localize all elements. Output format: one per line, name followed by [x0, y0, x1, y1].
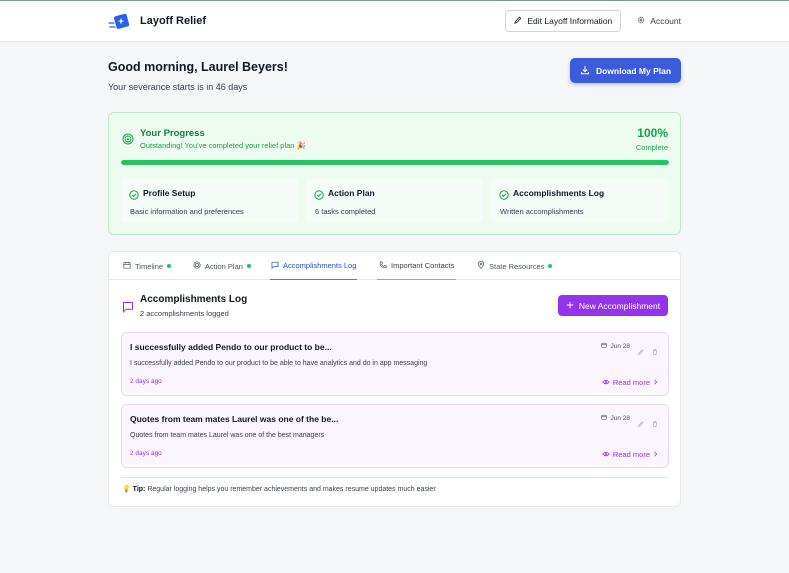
check-circle-icon	[129, 187, 139, 205]
divider	[121, 477, 669, 478]
plus-icon	[566, 301, 574, 311]
account-label: Account	[650, 16, 681, 26]
tab-important-contacts[interactable]: Important Contacts	[377, 252, 457, 280]
tab-label: Action Plan	[205, 261, 243, 271]
check-circle-icon	[314, 187, 324, 205]
step-profile-setup: Profile Setup Basic information and pref…	[121, 179, 298, 222]
tab-timeline[interactable]: Timeline	[123, 252, 172, 280]
tab-bar: Timeline Action Plan Accomplishments Log…	[109, 252, 680, 280]
new-accomplishment-button[interactable]: New Accomplishment	[558, 295, 668, 316]
progress-subtitle: Outstanding! You've completed your relie…	[140, 141, 306, 150]
logo-icon	[108, 11, 130, 31]
calendar-icon	[601, 414, 608, 422]
target-icon	[122, 132, 134, 150]
calendar-icon	[123, 261, 131, 271]
chevron-right-icon	[653, 378, 658, 387]
brand-name: Layoff Relief	[140, 15, 207, 27]
new-accomplishment-label: New Accomplishment	[578, 300, 661, 311]
progress-bar	[121, 160, 669, 165]
account-button[interactable]: Account	[637, 16, 681, 26]
progress-card: Your Progress Outstanding! You've comple…	[108, 112, 681, 235]
entry-body: Quotes from team mates Laurel was one of…	[130, 432, 325, 439]
step-desc: Written accomplishments	[500, 207, 584, 216]
read-more-link[interactable]: Read more	[602, 450, 658, 459]
trash-icon[interactable]	[652, 342, 658, 360]
tab-state-resources[interactable]: State Resources	[477, 252, 553, 280]
lightbulb-icon: 💡	[122, 486, 131, 493]
entry-date-text: Jun 28	[610, 342, 630, 350]
edit-icon[interactable]	[638, 414, 644, 432]
trash-icon[interactable]	[652, 414, 658, 432]
greeting: Good morning, Laurel Beyers! Your severa…	[108, 60, 288, 92]
edit-icon[interactable]	[638, 342, 644, 360]
read-more-link[interactable]: Read more	[602, 378, 658, 387]
phone-icon	[379, 260, 387, 271]
status-dot	[548, 264, 553, 268]
eye-icon	[602, 378, 610, 387]
entry-time-ago: 2 days ago	[130, 450, 162, 457]
eye-icon	[602, 450, 610, 459]
tip-label: Tip:	[132, 486, 146, 493]
entry-date: Jun 28	[601, 342, 630, 350]
chevron-right-icon	[653, 450, 658, 459]
section-title: Accomplishments Log	[140, 294, 248, 305]
edit-layoff-label: Edit Layoff Information	[527, 16, 613, 26]
read-more-label: Read more	[612, 378, 650, 387]
step-title: Profile Setup	[143, 188, 196, 198]
message-square-icon	[271, 261, 279, 271]
tab-label: State Resources	[489, 261, 545, 271]
entry-time-ago: 2 days ago	[130, 378, 162, 385]
download-plan-label: Download My Plan	[595, 65, 672, 76]
download-plan-button[interactable]: Download My Plan	[570, 58, 681, 83]
message-square-icon	[122, 300, 134, 318]
accomplishment-card[interactable]: I successfully added Pendo to our produc…	[121, 332, 669, 396]
top-bar: Layoff Relief Edit Layoff Information Ac…	[0, 1, 789, 42]
tip-text: 💡 Tip: Regular logging helps you remembe…	[122, 485, 436, 493]
entry-title: I successfully added Pendo to our produc…	[130, 342, 332, 352]
step-desc: 6 tasks completed	[315, 207, 376, 216]
greeting-subtitle: Your severance starts is in 46 days	[108, 82, 248, 92]
tip-body: Regular logging helps you remember achie…	[147, 486, 436, 493]
progress-title: Your Progress	[140, 128, 205, 139]
check-circle-icon	[499, 187, 509, 205]
read-more-label: Read more	[612, 450, 650, 459]
map-pin-icon	[477, 260, 485, 271]
entry-title: Quotes from team mates Laurel was one of…	[130, 414, 339, 424]
download-icon	[580, 65, 590, 77]
progress-percent: 100%	[637, 126, 668, 140]
tabs-card: Timeline Action Plan Accomplishments Log…	[108, 251, 681, 507]
tab-label: Accomplishments Log	[283, 261, 357, 270]
edit-layoff-button[interactable]: Edit Layoff Information	[505, 10, 622, 32]
progress-percent-label: Complete	[635, 143, 668, 152]
progress-bar-fill	[121, 160, 669, 165]
progress-steps: Profile Setup Basic information and pref…	[121, 179, 668, 222]
step-title: Accomplishments Log	[513, 188, 605, 198]
status-dot	[246, 264, 251, 268]
step-accomplishments-log: Accomplishments Log Written accomplishme…	[491, 179, 668, 222]
tab-label: Timeline	[135, 261, 164, 271]
section-subtitle: 2 accomplishments logged	[140, 309, 229, 318]
pencil-icon	[514, 16, 522, 26]
entry-date: Jun 28	[601, 414, 630, 422]
gear-icon	[637, 16, 645, 26]
greeting-title: Good morning, Laurel Beyers!	[108, 60, 288, 74]
target-icon	[193, 261, 201, 271]
status-dot	[167, 264, 172, 268]
step-action-plan: Action Plan 6 tasks completed	[306, 179, 483, 222]
tab-accomplishments-log[interactable]: Accomplishments Log	[270, 252, 358, 280]
step-title: Action Plan	[328, 188, 375, 198]
entry-date-text: Jun 28	[610, 414, 630, 422]
brand[interactable]: Layoff Relief	[108, 11, 206, 31]
tab-action-plan[interactable]: Action Plan	[193, 252, 251, 280]
tab-label: Important Contacts	[391, 261, 455, 270]
calendar-icon	[601, 342, 608, 350]
accomplishment-card[interactable]: Quotes from team mates Laurel was one of…	[121, 404, 669, 468]
entry-body: I successfully added Pendo to our produc…	[130, 360, 428, 367]
step-desc: Basic information and preferences	[130, 207, 244, 216]
